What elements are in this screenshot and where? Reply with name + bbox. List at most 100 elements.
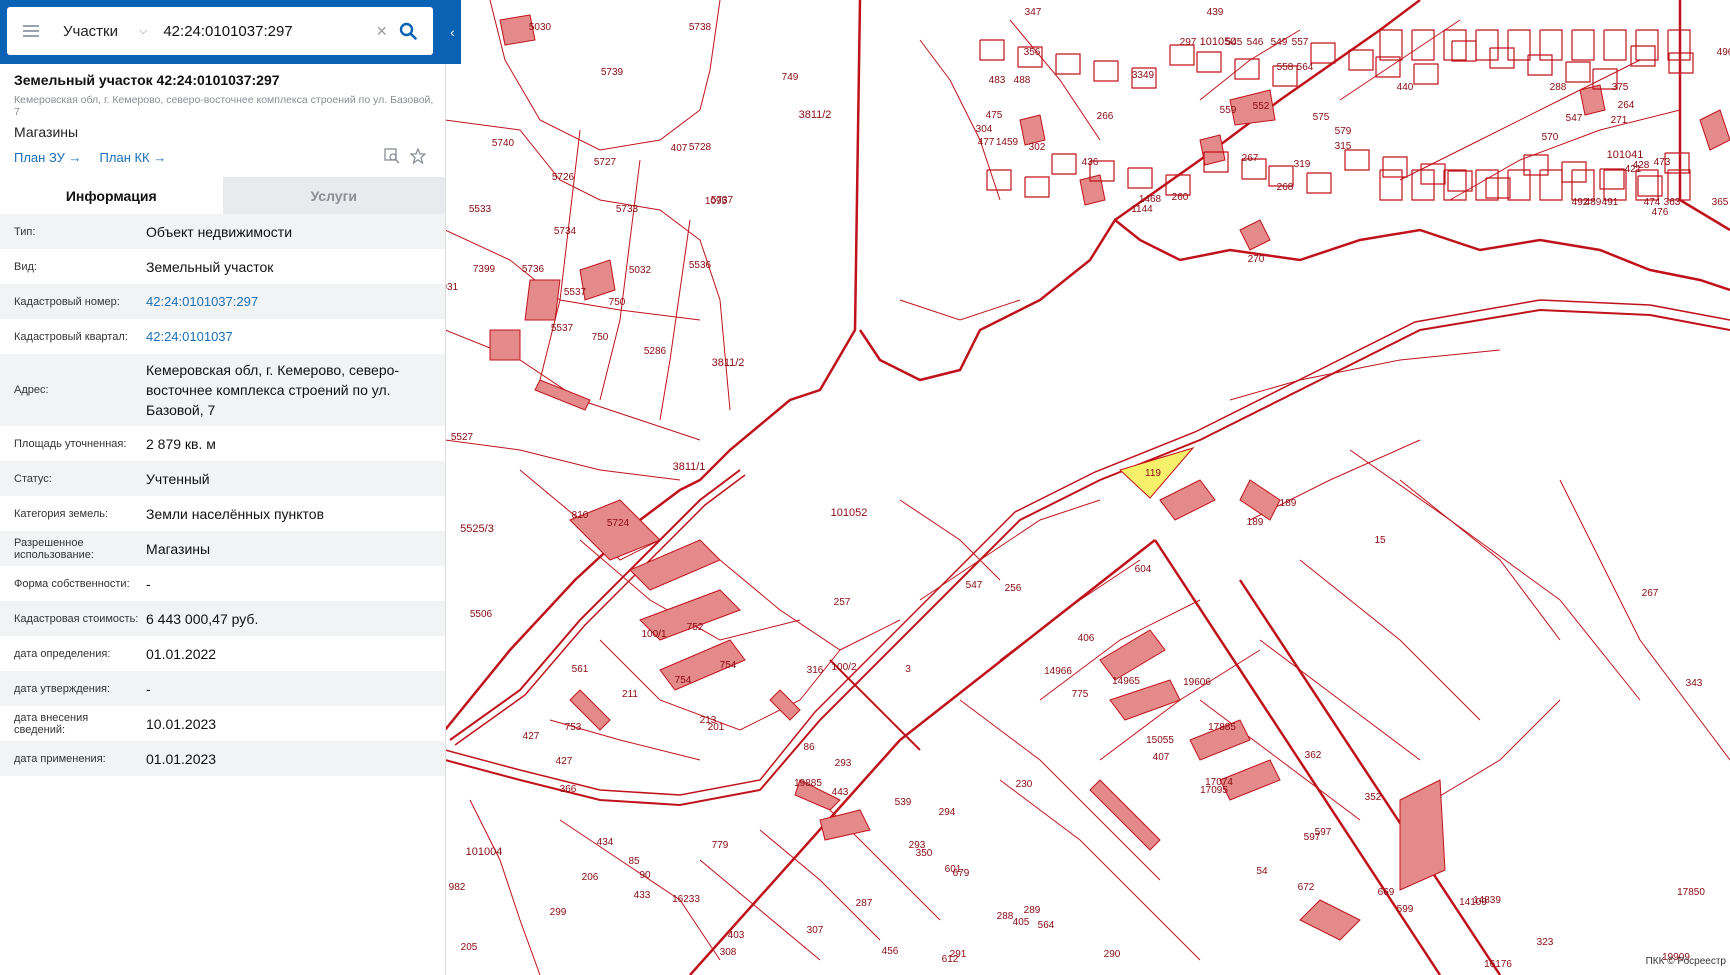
attribute-value: Земельный участок [146,258,274,275]
menu-icon[interactable] [23,22,39,40]
cadastral-map[interactable]: 5030 5738 5739 749 3811/2 5740 5728 5726 5727 573… [445,0,1730,975]
building [769,689,801,721]
attribute-row: Адрес: Кемеровская обл, г. Кемерово, севе… [0,354,445,426]
building [1019,114,1046,146]
attribute-label: Вид: [14,260,37,273]
parcel-label: 307 [807,925,824,936]
attribute-value: - [146,575,151,592]
parcel-label: 14966 [1044,666,1072,677]
parcel-boundary [539,129,581,381]
parcel-label: 5286 [644,346,667,357]
info-panel: Участки ⌵ 42:24:0101037:297 × ‹ Земельны… [0,0,461,975]
parcel-label: 549 [1271,37,1288,48]
parcel-label: 1144 [1131,204,1153,215]
attribute-row: дата внесения сведений: 10.01.2023 [0,706,445,741]
object-title: Земельный участок 42:24:0101037:297 [14,72,280,88]
parcel-label: 475 [986,110,1003,121]
attribute-label: Категория земель: [14,507,109,520]
map-canvas[interactable]: 5030 5738 5739 749 3811/2 5740 5728 5726 5727 573… [445,0,1730,975]
attribute-label: дата определения: [14,647,111,660]
parcel-label: 597 [1315,827,1332,838]
attribute-label: Кадастровый номер: [14,295,120,308]
parcel-label: 7399 [473,264,496,275]
tab-information[interactable]: Информация [0,177,223,214]
parcel-label: 564 [1297,62,1314,73]
parcel-label: 288 [997,911,1014,922]
parcel-label: 267 [1242,153,1259,164]
attribute-label: дата применения: [14,752,106,765]
attribute-link[interactable]: 42:24:0101037 [146,321,445,353]
object-actions [384,147,427,167]
clear-icon[interactable]: × [376,21,387,42]
parcel-label: 230 [1016,779,1033,790]
search-icon[interactable] [395,18,421,44]
parcel-label: 5032 [629,265,652,276]
building [819,809,871,841]
attribute-label: дата внесения сведений: [14,711,89,736]
parcel-boundary [469,799,541,975]
zoom-to-object-icon[interactable] [384,148,400,167]
parcel-label: 5740 [492,138,515,149]
residential-lot [979,39,1005,61]
tab-services[interactable]: Услуги [222,177,445,214]
parcel-label: 752 [687,622,704,633]
parcel-label: 14965 [1112,676,1140,687]
parcel-label: 434 [597,837,614,848]
attribute-label: Разрешенное использование: [14,536,94,561]
parcel-label: 604 [1135,564,1152,575]
parcel-label: 308 [720,947,737,958]
plan-zu-link[interactable]: План ЗУ → [14,150,82,165]
search-input[interactable]: 42:24:0101037:297 [163,23,376,40]
parcel-label: 257 [834,597,851,608]
layer-select[interactable]: Участки [63,23,139,40]
parcel-label: 557 [1292,37,1309,48]
residential-lot [1169,44,1195,66]
parcel-label: 561 [572,664,589,675]
attribute-label: Кадастровый квартал: [14,330,128,343]
parcel-label: 546 [1247,37,1264,48]
parcel-label: 294 [939,807,956,818]
parcel-label: 304 [976,124,993,135]
residential-lot [1055,53,1081,75]
parcel-label: 189 [1280,498,1297,509]
parcel-label: 575 [1313,112,1330,123]
attribute-value: 2 879 кв. м [146,435,216,452]
parcel-label: 669 [1378,887,1395,898]
attribute-link[interactable]: 42:24:0101037:297 [146,286,445,318]
parcel-label: 299 [550,907,567,918]
parcel-label: 205 [461,942,478,953]
attribute-row: Кадастровый квартал: 42:24:0101037 [0,319,445,354]
parcel-label: 350 [916,848,933,859]
parcel-label: 302 [1029,142,1046,153]
attribute-label: Площадь уточненная: [14,437,127,450]
parcel-label: 750 [592,332,609,343]
parcel-label: 473 [1654,157,1671,168]
district-boundary [1678,0,1730,232]
parcel-boundary [899,499,1001,581]
parcel-label: 5537 [551,323,574,334]
residential-lot [1379,29,1403,61]
favorite-star-icon[interactable] [409,147,427,167]
parcel-label: 810 [572,510,589,521]
plan-kk-link[interactable]: План КК → [100,150,167,165]
attribute-value: 10.01.2023 [146,715,217,732]
chevron-down-icon[interactable]: ⌵ [139,25,147,38]
parcel-label: 316 [807,665,824,676]
building [1399,779,1446,891]
parcel-boundary [1349,449,1641,701]
residential-lot [1310,42,1336,64]
parcel-boundary [719,559,901,651]
parcel-boundary [899,299,1021,321]
parcel-boundary [959,699,1161,881]
collapse-panel-button[interactable]: ‹ [444,17,461,47]
parcel-label: 293 [835,758,852,769]
parcel-label: 456 [882,946,899,957]
parcel-label: 15 [1374,535,1386,546]
building [524,279,561,321]
building [629,539,721,591]
parcel-label: 5736 [522,264,545,275]
parcel-label: 552 [1253,101,1270,112]
residential-lot [1451,40,1477,62]
building [1089,779,1161,851]
residential-lot [1196,51,1222,73]
